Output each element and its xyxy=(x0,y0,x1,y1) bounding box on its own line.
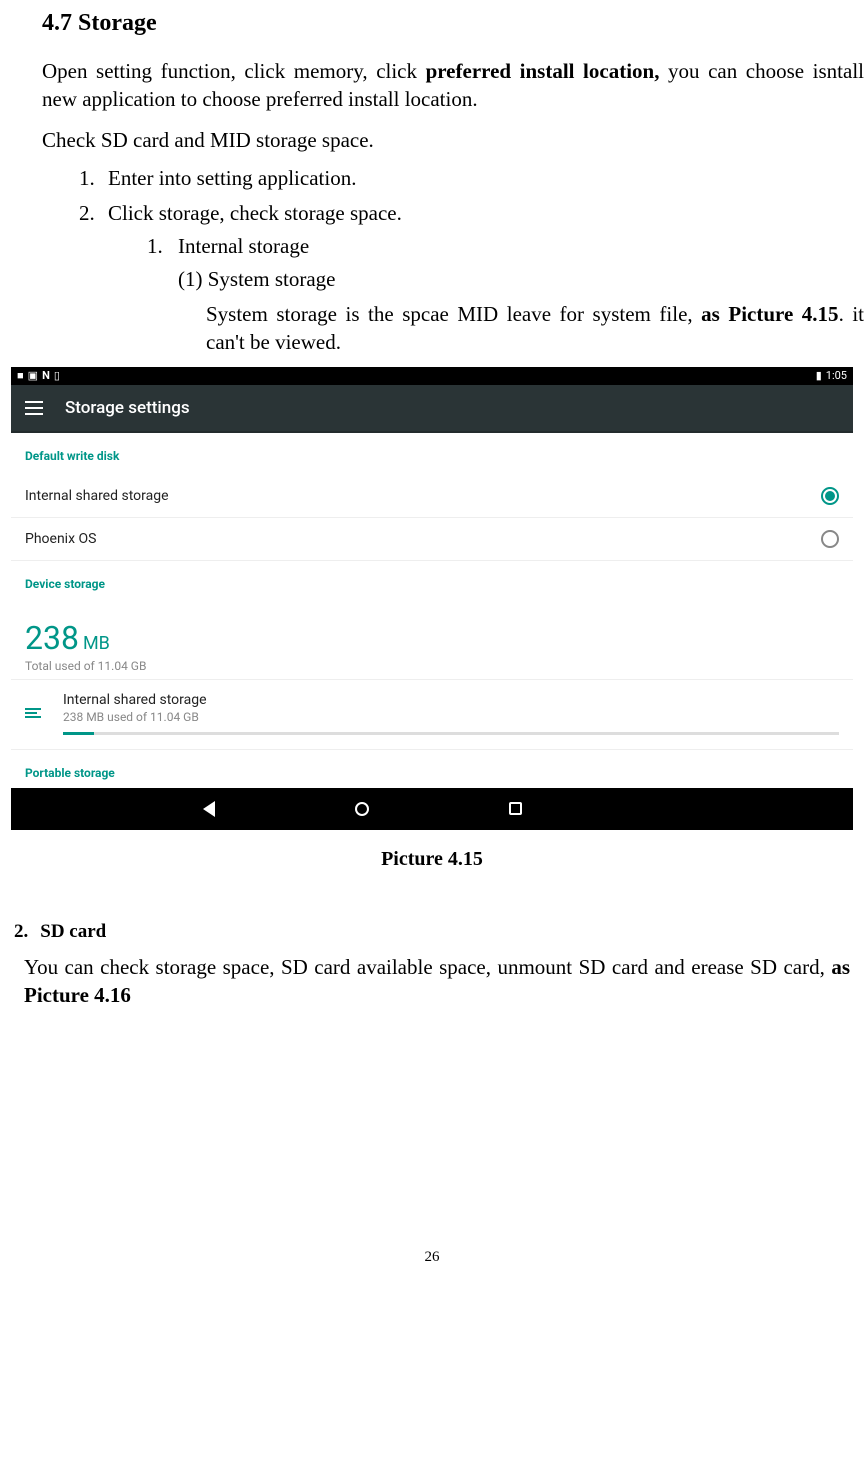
option-internal-shared[interactable]: Internal shared storage xyxy=(11,475,853,518)
status-bar: ■ ▣ N ▯ ▮ 1:05 xyxy=(11,367,853,385)
storage-item-detail: 238 MB used of 11.04 GB xyxy=(63,710,839,724)
app-bar-title: Storage settings xyxy=(65,398,190,418)
storage-progress-bar xyxy=(63,732,839,735)
radio-selected-icon[interactable] xyxy=(821,487,839,505)
section-heading: 4.7 Storage xyxy=(42,10,864,37)
radio-unselected-icon[interactable] xyxy=(821,530,839,548)
sim-icon: ▯ xyxy=(54,369,60,382)
section-device-storage: Device storage xyxy=(11,561,853,603)
navigation-bar xyxy=(11,788,853,830)
settings-content: Default write disk Internal shared stora… xyxy=(11,433,853,788)
section-portable-storage: Portable storage xyxy=(11,750,853,788)
page-number: 26 xyxy=(0,1249,864,1266)
status-right: ▮ 1:05 xyxy=(816,369,847,382)
step-item: Click storage, check storage space. Inte… xyxy=(100,201,864,357)
notif-icon: ▣ xyxy=(28,369,38,382)
check-line: Check SD card and MID storage space. xyxy=(42,126,864,154)
notif-icon: N xyxy=(42,369,50,382)
usage-value: 238MB xyxy=(25,619,839,657)
embedded-screenshot: ■ ▣ N ▯ ▮ 1:05 Storage settings Default … xyxy=(11,367,853,830)
internal-storage-item: Internal storage (1) System storage Syst… xyxy=(168,234,864,357)
clock-time: 1:05 xyxy=(826,369,847,382)
sd-card-paragraph: You can check storage space, SD card ava… xyxy=(24,953,850,1010)
sub-steps-list: Internal storage (1) System storage Syst… xyxy=(168,234,864,357)
option-label: Internal shared storage xyxy=(25,488,169,504)
nav-home-icon[interactable] xyxy=(355,802,369,816)
option-label: Phoenix OS xyxy=(25,531,96,547)
section-default-write: Default write disk xyxy=(11,433,853,475)
sd-card-heading: 2.SD card xyxy=(14,921,850,943)
notif-icon: ■ xyxy=(17,369,24,382)
status-left-icons: ■ ▣ N ▯ xyxy=(17,369,60,382)
system-storage-label: (1) System storage xyxy=(178,267,864,292)
usage-summary: 238MB Total used of 11.04 GB xyxy=(11,603,853,680)
nav-back-icon[interactable] xyxy=(203,801,215,817)
system-storage-desc: System storage is the spcae MID leave fo… xyxy=(206,300,864,357)
option-phoenix-os[interactable]: Phoenix OS xyxy=(11,518,853,561)
internal-storage-row[interactable]: Internal shared storage 238 MB used of 1… xyxy=(11,680,853,750)
storage-icon xyxy=(25,708,45,718)
storage-item-name: Internal shared storage xyxy=(63,692,839,708)
intro-paragraph: Open setting function, click memory, cli… xyxy=(42,57,864,114)
usage-total: Total used of 11.04 GB xyxy=(25,659,839,673)
hamburger-icon[interactable] xyxy=(25,401,43,415)
figure-caption: Picture 4.15 xyxy=(0,848,864,871)
app-bar: Storage settings xyxy=(11,385,853,433)
battery-icon: ▮ xyxy=(816,369,822,382)
step-item: Enter into setting application. xyxy=(100,166,864,191)
steps-list: Enter into setting application. Click st… xyxy=(100,166,864,357)
nav-recent-icon[interactable] xyxy=(509,802,522,815)
